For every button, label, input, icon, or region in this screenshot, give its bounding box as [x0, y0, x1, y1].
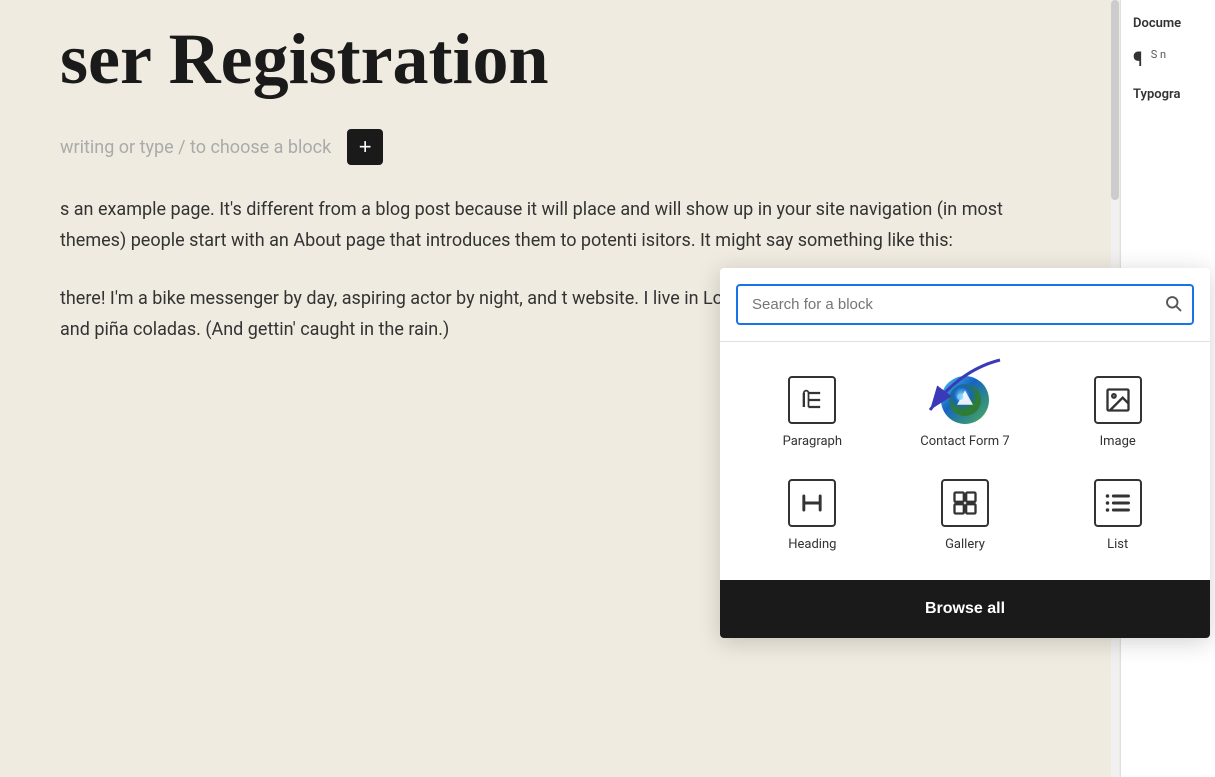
block-item-gallery[interactable]: Gallery	[889, 461, 1042, 564]
body-text-1: s an example page. It's different from a…	[60, 195, 1060, 256]
heading-block-icon	[788, 479, 836, 527]
blocks-grid: Paragraph	[720, 342, 1210, 580]
paragraph-block-icon	[788, 376, 836, 424]
image-block-icon	[1094, 376, 1142, 424]
page-title: ser Registration	[60, 20, 1060, 99]
contact-form-7-block-icon	[941, 376, 989, 424]
block-search-input[interactable]	[736, 284, 1194, 325]
contact-form-7-block-label: Contact Form 7	[920, 434, 1009, 449]
gallery-block-icon	[941, 479, 989, 527]
heading-block-label: Heading	[788, 537, 836, 552]
list-block-label: List	[1107, 537, 1128, 552]
sidebar-document-title: Docume	[1133, 16, 1203, 31]
block-item-image[interactable]: Image	[1041, 358, 1194, 461]
block-item-contact-form-7[interactable]: Contact Form 7	[889, 358, 1042, 461]
sidebar-paragraph-section: ¶ S n	[1133, 47, 1203, 71]
search-area	[720, 268, 1210, 342]
search-wrapper	[736, 284, 1194, 325]
block-item-paragraph[interactable]: Paragraph	[736, 358, 889, 461]
sidebar-typography-label: Typogra	[1133, 87, 1203, 102]
list-block-icon	[1094, 479, 1142, 527]
gallery-block-label: Gallery	[945, 537, 985, 552]
block-item-list[interactable]: List	[1041, 461, 1194, 564]
search-icon	[1164, 294, 1182, 316]
block-inserter-popup: Paragraph	[720, 268, 1210, 638]
paragraph-desc: S n	[1151, 47, 1166, 62]
add-block-button[interactable]: +	[347, 129, 383, 165]
paragraph-block-label: Paragraph	[783, 434, 842, 449]
placeholder-text: writing or type / to choose a block	[60, 137, 331, 158]
paragraph-icon: ¶	[1133, 47, 1143, 71]
block-item-heading[interactable]: Heading	[736, 461, 889, 564]
block-placeholder: writing or type / to choose a block +	[60, 129, 1060, 165]
image-block-label: Image	[1100, 434, 1136, 449]
scrollbar-thumb[interactable]	[1111, 0, 1119, 200]
browse-all-button[interactable]: Browse all	[720, 580, 1210, 638]
